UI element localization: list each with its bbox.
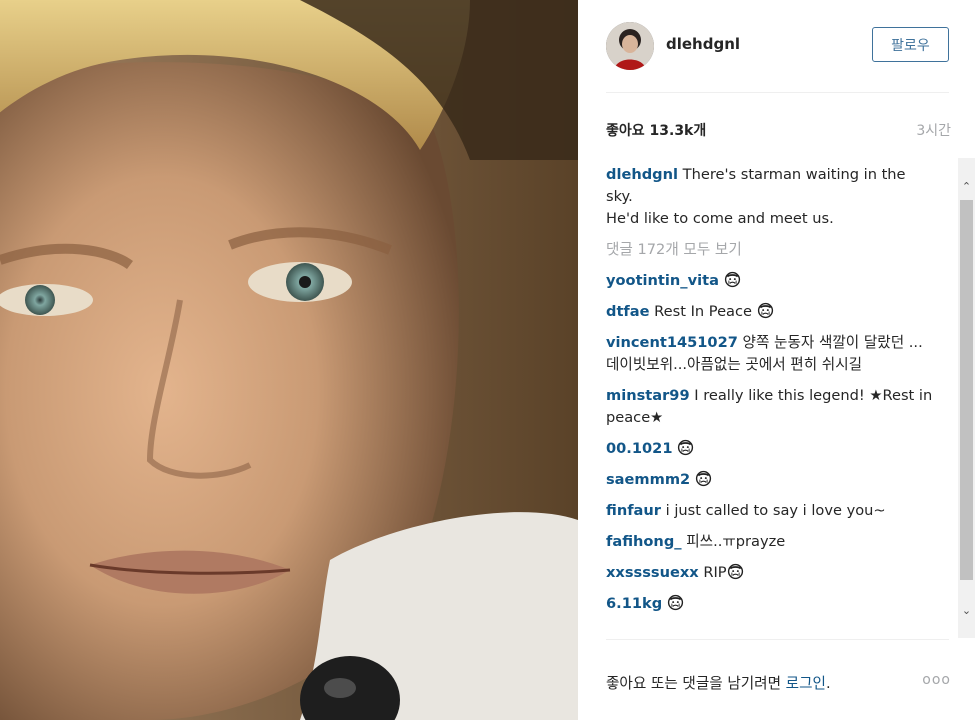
username[interactable]: dlehdgnl [666, 35, 740, 53]
post-time[interactable]: 3시간 [916, 120, 951, 140]
comment: vincent1451027 양쪽 눈동자 색깔이 달랐던 ...데이빗보위..… [606, 332, 934, 376]
scrollbar-thumb[interactable] [960, 200, 973, 580]
comment-username[interactable]: fafihong_ [606, 533, 682, 550]
caption-username[interactable]: dlehdgnl [606, 166, 678, 183]
post-details-panel: dlehdgnl 팔로우 좋아요 13.3k개 3시간 dlehdgnl The… [578, 0, 975, 720]
comment-text: 피쓰..ㅠprayze [681, 533, 786, 550]
caption-text-line2: He'd like to come and meet us. [606, 210, 834, 227]
more-options-icon[interactable]: ooo [922, 672, 951, 688]
login-prompt-suffix: . [825, 675, 831, 692]
comment: xxssssuexx RIP [606, 562, 934, 584]
comment-text: i just called to say i love you~ [661, 502, 886, 519]
comment-username[interactable]: finfaur [606, 502, 661, 519]
comment-username[interactable]: xxssssuexx [606, 564, 699, 581]
portrait-image [0, 0, 578, 720]
login-prompt: 좋아요 또는 댓글을 남기려면 로그인. [606, 672, 831, 693]
follow-button[interactable]: 팔로우 [872, 27, 949, 62]
crying-face-icon [757, 302, 773, 319]
post-photo[interactable] [0, 0, 578, 720]
comment-username[interactable]: 6.11kg [606, 595, 662, 612]
divider [606, 92, 949, 93]
avatar-image [606, 22, 654, 70]
comment-text: RIP [698, 564, 727, 581]
comment: 00.1021 [606, 438, 934, 460]
crying-face-icon [727, 563, 743, 580]
comment: yootintin_vita [606, 270, 934, 292]
crying-face-icon [678, 439, 694, 456]
comment-list[interactable]: dlehdgnl There's starman waiting in the … [606, 164, 934, 638]
comment-username[interactable]: 00.1021 [606, 440, 672, 457]
avatar[interactable] [606, 22, 654, 70]
comment-username[interactable]: dtfae [606, 303, 650, 320]
caption: dlehdgnl There's starman waiting in the … [606, 164, 934, 230]
chevron-up-icon[interactable]: ⌃ [958, 176, 975, 196]
comment: saemmm2 [606, 469, 934, 491]
crying-face-icon [695, 470, 711, 487]
comment-username[interactable]: saemmm2 [606, 471, 690, 488]
comment: 6.11kg [606, 593, 934, 615]
chevron-down-icon[interactable]: ⌄ [958, 600, 975, 620]
comment: finfaur i just called to say i love you~ [606, 500, 934, 522]
comment: fafihong_ 피쓰..ㅠprayze [606, 531, 934, 553]
comment-username[interactable]: minstar99 [606, 387, 690, 404]
comment-username[interactable]: vincent1451027 [606, 334, 738, 351]
comment: minstar99 I really like this legend! ★Re… [606, 385, 934, 429]
comment-text: Rest In Peace [649, 303, 757, 320]
view-all-comments-link[interactable]: 댓글 172개 모두 보기 [606, 239, 934, 261]
divider [606, 639, 949, 640]
post-header: dlehdgnl 팔로우 [606, 20, 951, 72]
login-link[interactable]: 로그인 [786, 675, 826, 692]
crying-face-icon [667, 594, 683, 611]
likes-count[interactable]: 좋아요 13.3k개 [606, 120, 706, 140]
crying-face-icon [724, 271, 740, 288]
comments-scrollbar[interactable]: ⌃ ⌄ [958, 158, 975, 638]
login-prompt-text: 좋아요 또는 댓글을 남기려면 [606, 675, 786, 692]
comment-username[interactable]: yootintin_vita [606, 272, 719, 289]
post-view: dlehdgnl 팔로우 좋아요 13.3k개 3시간 dlehdgnl The… [0, 0, 975, 720]
comment: dtfae Rest In Peace [606, 301, 934, 323]
